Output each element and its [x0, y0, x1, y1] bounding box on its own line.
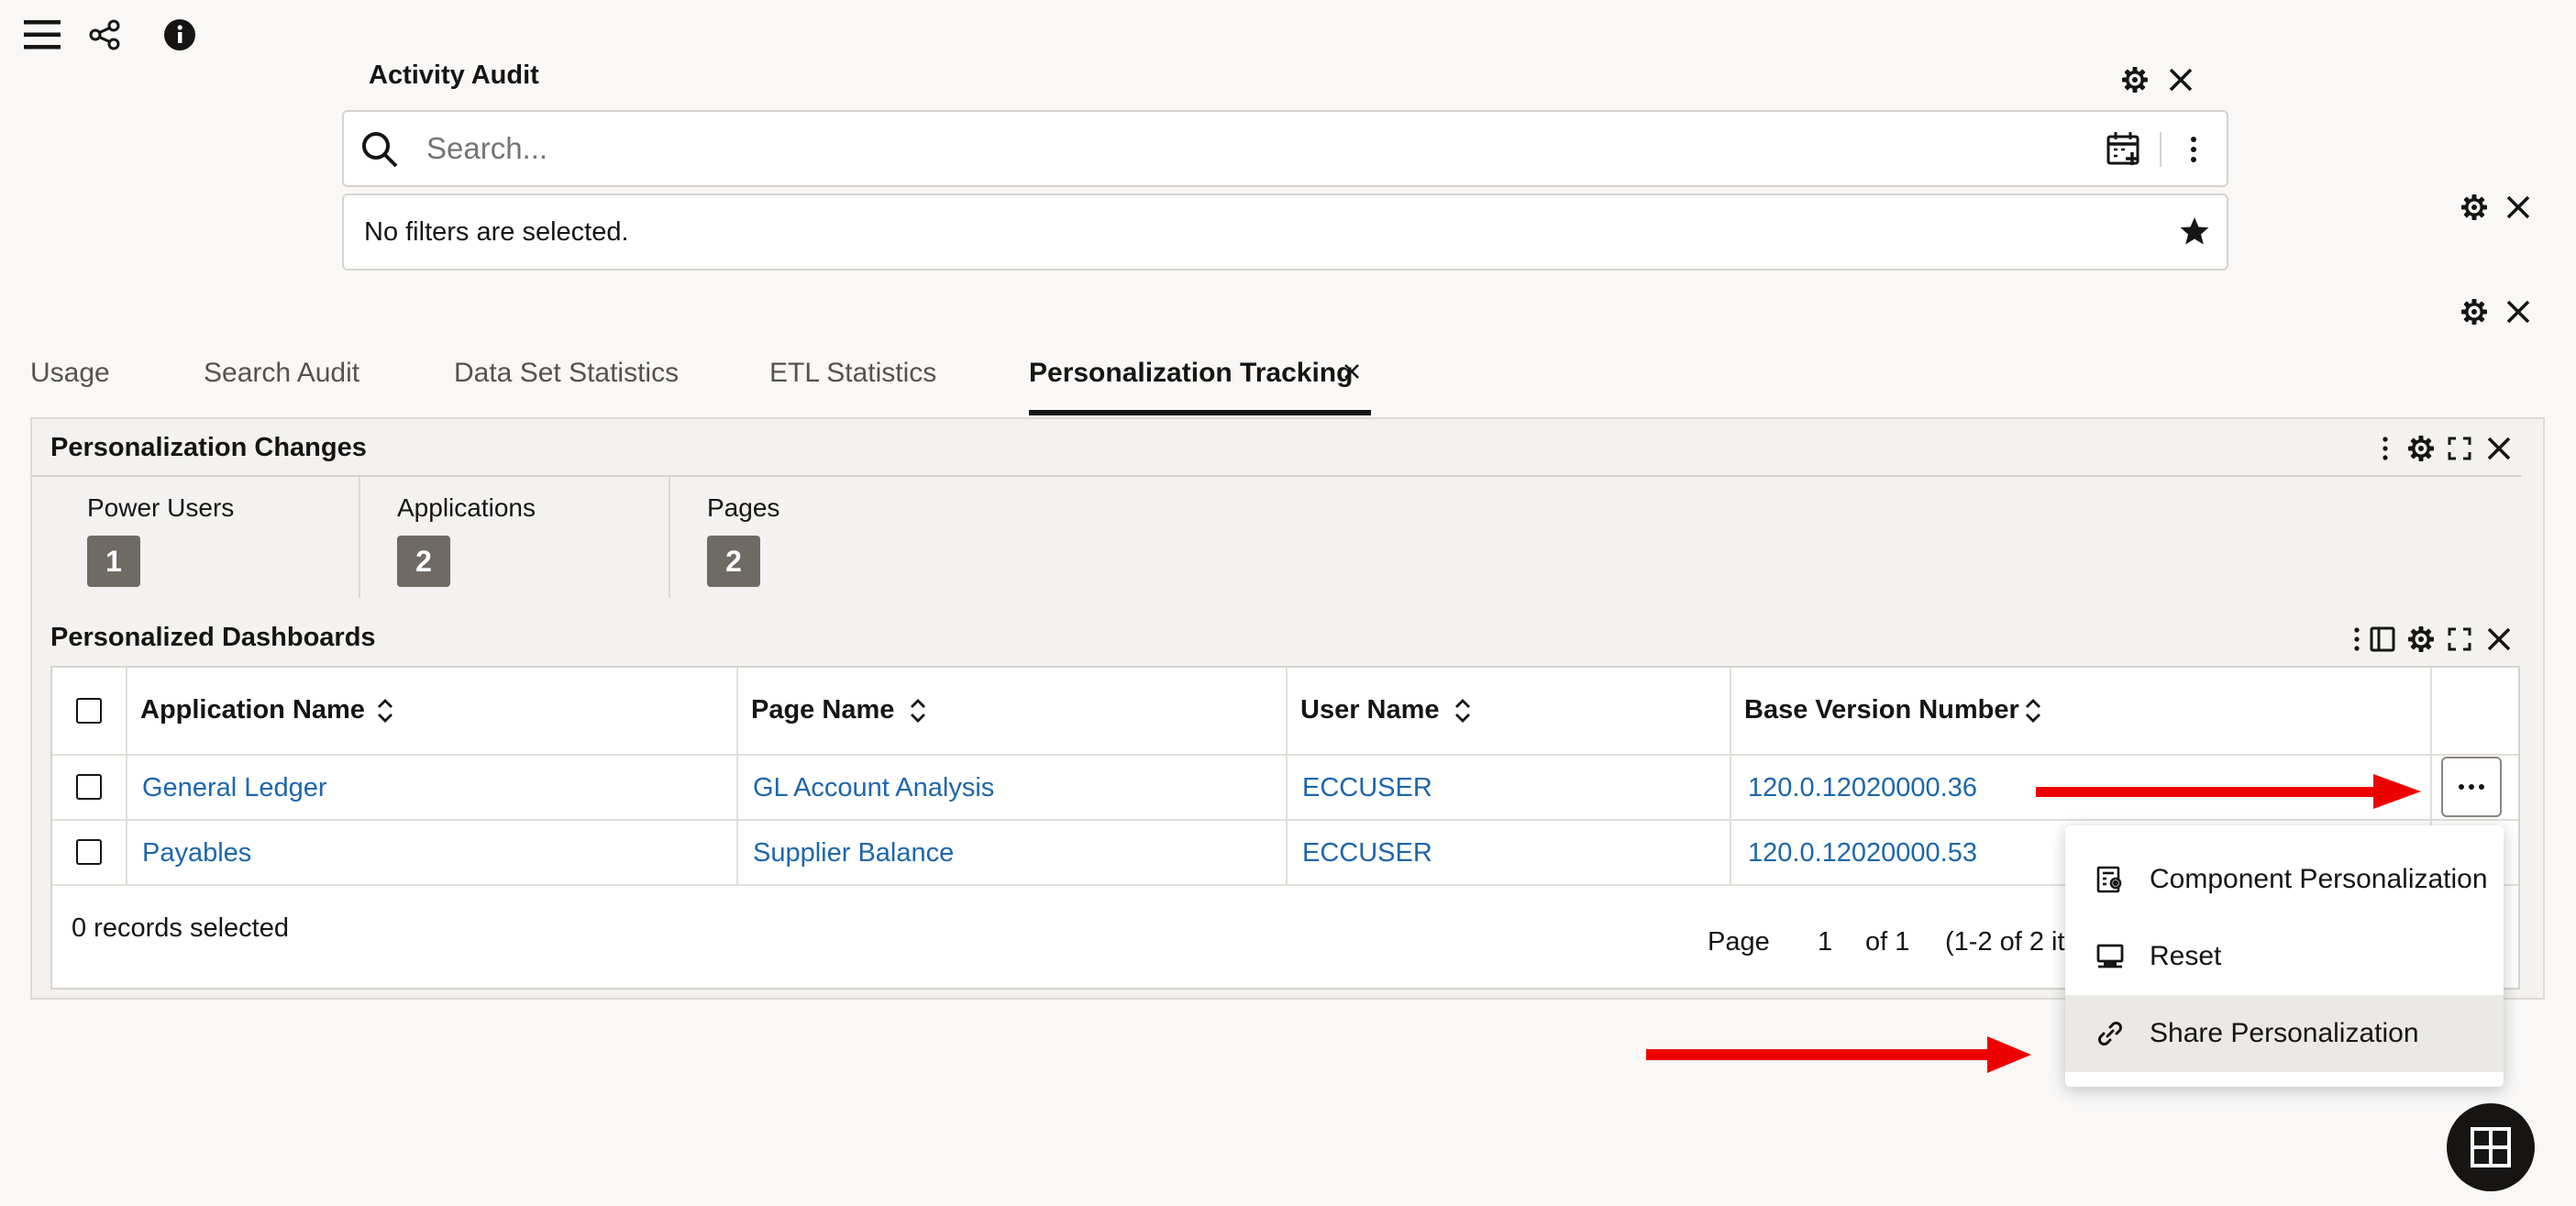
grid-icon — [2471, 1127, 2511, 1167]
column-header-page-name[interactable]: Page Name — [751, 695, 894, 725]
records-selected-text: 0 records selected — [72, 913, 289, 943]
pager-page-number[interactable]: 1 — [1818, 927, 1832, 957]
divider — [736, 668, 738, 884]
floating-grid-button[interactable] — [2447, 1103, 2535, 1191]
gear-icon[interactable] — [2456, 189, 2493, 226]
row-actions-menu: Component Personalization Reset Share Pe… — [2065, 825, 2504, 1087]
close-icon[interactable] — [2481, 430, 2517, 467]
menu-item-label: Component Personalization — [2150, 864, 2488, 894]
close-icon[interactable] — [2500, 293, 2537, 330]
more-vertical-icon[interactable] — [2380, 435, 2391, 462]
base-version-link[interactable]: 120.0.12020000.53 — [1748, 838, 1977, 869]
more-vertical-icon[interactable] — [2186, 134, 2201, 165]
search-icon — [360, 130, 399, 169]
tab-search-audit[interactable]: Search Audit — [204, 358, 359, 394]
row-actions-button[interactable] — [2441, 757, 2502, 817]
search-bar[interactable] — [342, 110, 2228, 187]
divider — [32, 475, 2522, 477]
select-all-checkbox[interactable] — [76, 698, 102, 724]
star-icon[interactable] — [2179, 216, 2210, 247]
sort-icon[interactable] — [375, 697, 395, 725]
component-personalization-icon — [2093, 862, 2128, 897]
tab-data-set-statistics[interactable]: Data Set Statistics — [454, 358, 679, 394]
menu-item-label: Share Personalization — [2150, 1018, 2419, 1048]
page-title: Activity Audit — [369, 61, 539, 90]
filter-bar: No filters are selected. — [342, 194, 2228, 271]
user-name-link[interactable]: ECCUSER — [1302, 773, 1432, 803]
section-title: Personalization Changes — [50, 433, 367, 462]
annotation-arrow — [1646, 1036, 2031, 1073]
sort-icon[interactable] — [1453, 697, 1473, 725]
tab-usage[interactable]: Usage — [30, 358, 110, 394]
page-name-link[interactable]: GL Account Analysis — [753, 773, 994, 803]
tab-etl-statistics[interactable]: ETL Statistics — [769, 358, 936, 394]
reset-icon — [2093, 939, 2128, 974]
menu-item-component-personalization[interactable]: Component Personalization — [2065, 841, 2504, 918]
user-name-link[interactable]: ECCUSER — [1302, 838, 1432, 869]
menu-item-reset[interactable]: Reset — [2065, 918, 2504, 995]
page-name-link[interactable]: Supplier Balance — [753, 838, 954, 869]
divider — [359, 477, 360, 598]
menu-icon[interactable] — [20, 13, 64, 57]
divider — [1286, 668, 1288, 884]
base-version-link[interactable]: 120.0.12020000.36 — [1748, 773, 1977, 803]
row-checkbox[interactable] — [76, 774, 102, 800]
pager-page-label: Page — [1708, 927, 1770, 957]
expand-icon[interactable] — [2441, 430, 2478, 467]
share-icon[interactable] — [83, 13, 127, 57]
menu-item-label: Reset — [2150, 941, 2222, 971]
divider — [2160, 132, 2161, 167]
section-title: Personalized Dashboards — [50, 623, 376, 652]
close-icon[interactable] — [2481, 621, 2517, 658]
pager-range: (1-2 of 2 it — [1945, 927, 2065, 957]
application-name-link[interactable]: General Ledger — [142, 773, 327, 803]
tab-close-icon[interactable] — [1337, 357, 1366, 386]
active-tab-indicator — [1029, 410, 1371, 415]
more-vertical-icon[interactable] — [2351, 625, 2362, 653]
gear-icon[interactable] — [2403, 621, 2439, 658]
expand-icon[interactable] — [2441, 621, 2478, 658]
more-horizontal-icon — [2459, 784, 2484, 790]
column-header-user-name[interactable]: User Name — [1300, 695, 1440, 725]
divider — [669, 477, 670, 598]
metric-label-pages: Pages — [707, 493, 780, 522]
metric-badge-pages[interactable]: 2 — [707, 536, 760, 587]
divider — [1730, 668, 1731, 884]
gear-icon[interactable] — [2403, 430, 2439, 467]
annotation-arrow — [2036, 774, 2421, 809]
metric-label-applications: Applications — [397, 493, 536, 522]
menu-item-share-personalization[interactable]: Share Personalization — [2065, 995, 2504, 1072]
panel-toggle-icon[interactable] — [2364, 621, 2401, 658]
close-icon[interactable] — [2500, 189, 2537, 226]
gear-icon[interactable] — [2117, 61, 2153, 98]
calendar-add-icon[interactable] — [2106, 130, 2142, 167]
application-name-link[interactable]: Payables — [142, 838, 251, 869]
gear-icon[interactable] — [2456, 293, 2493, 330]
link-icon — [2093, 1016, 2128, 1051]
metric-badge-power-users[interactable]: 1 — [87, 536, 140, 587]
info-icon[interactable] — [158, 13, 202, 57]
filter-status-text: No filters are selected. — [364, 217, 629, 247]
metric-label-power-users: Power Users — [87, 493, 235, 522]
close-icon[interactable] — [2162, 61, 2199, 98]
metric-badge-applications[interactable]: 2 — [397, 536, 450, 587]
column-header-base-version-number[interactable]: Base Version Number — [1744, 695, 2019, 725]
search-input[interactable] — [426, 127, 2150, 171]
pager-of-label: of 1 — [1865, 927, 1910, 957]
sort-icon[interactable] — [2023, 697, 2043, 725]
sort-icon[interactable] — [908, 697, 928, 725]
divider — [126, 668, 127, 884]
tab-personalization-tracking[interactable]: Personalization Tracking — [1029, 358, 1353, 394]
column-header-application-name[interactable]: Application Name — [140, 695, 365, 725]
row-checkbox[interactable] — [76, 839, 102, 865]
